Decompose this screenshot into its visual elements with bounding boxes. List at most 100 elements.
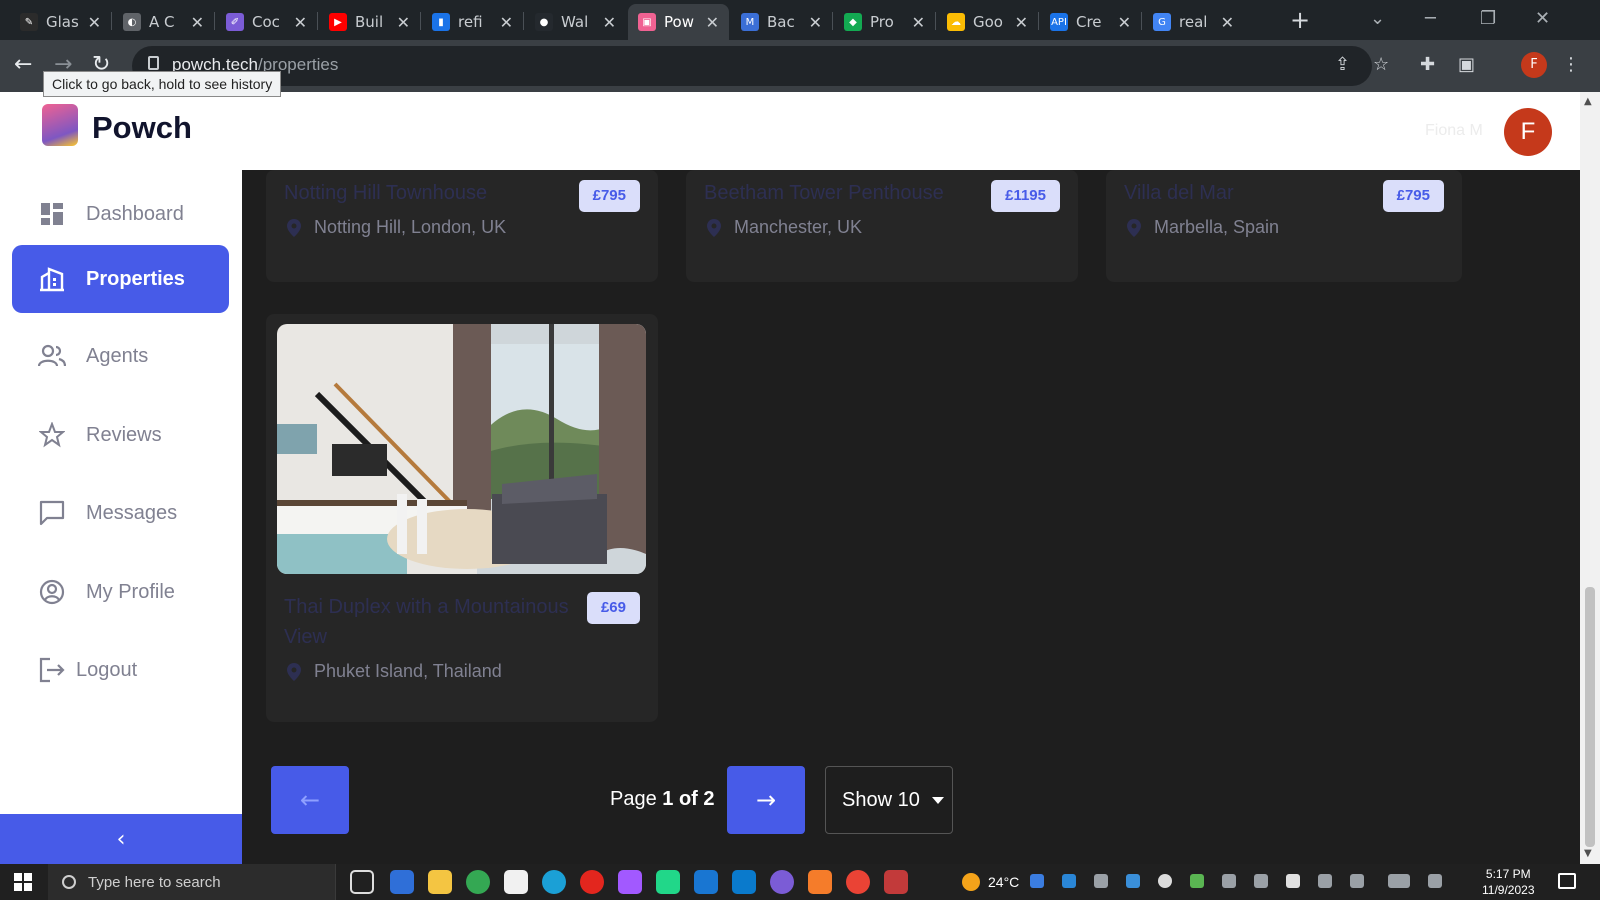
browser-tab[interactable]: ▶ Buil ✕ <box>319 4 420 40</box>
microsoft-store-icon[interactable] <box>390 870 414 894</box>
input-indicator-icon[interactable] <box>1428 874 1442 888</box>
sidebar-item-messages[interactable]: Messages <box>12 479 229 547</box>
close-window-button[interactable]: ✕ <box>1535 8 1550 29</box>
bookmark-star-icon[interactable]: ☆ <box>1373 54 1389 75</box>
tab-favicon-icon: ● <box>535 13 553 31</box>
sidebar-item-reviews[interactable]: Reviews <box>12 401 229 469</box>
sidebar-item-my-profile[interactable]: My Profile <box>12 558 229 626</box>
property-card[interactable]: Notting Hill Townhouse £795 Notting Hill… <box>266 170 658 282</box>
browser-menu-icon[interactable]: ⋮ <box>1562 54 1580 75</box>
taskbar-clock[interactable]: 5:17 PM 11/9/2023 <box>1482 866 1535 898</box>
browser-tab[interactable]: ● Wal ✕ <box>525 4 626 40</box>
tray-g-icon[interactable] <box>1158 874 1172 888</box>
pycharm-icon[interactable] <box>656 870 680 894</box>
property-title[interactable]: Beetham Tower Penthouse <box>704 178 974 208</box>
scroll-down-arrow-icon[interactable]: ▼ <box>1584 848 1592 859</box>
taskbar-search-box[interactable]: Type here to search <box>48 864 336 900</box>
browser-tab[interactable]: ◆ Pro ✕ <box>834 4 935 40</box>
network-icon[interactable] <box>1094 874 1108 888</box>
property-card[interactable]: Thai Duplex with a Mountainous View £69 … <box>266 314 658 722</box>
volume-icon[interactable] <box>1222 874 1236 888</box>
tab-title: A C <box>149 13 175 31</box>
tab-close-icon[interactable]: ✕ <box>88 13 101 32</box>
sidebar-item-dashboard[interactable]: Dashboard <box>12 180 229 248</box>
tray-clipboard-icon[interactable] <box>1254 874 1268 888</box>
sidebar-item-properties[interactable]: Properties <box>12 245 229 313</box>
windows-start-icon[interactable] <box>14 873 32 891</box>
extensions-icon[interactable]: ✚ <box>1420 54 1435 75</box>
tab-close-icon[interactable]: ✕ <box>809 13 822 32</box>
edge-icon[interactable] <box>542 870 566 894</box>
sidebar-item-label: Messages <box>86 501 178 524</box>
opera-icon[interactable] <box>580 870 604 894</box>
vscode-icon[interactable] <box>732 870 756 894</box>
back-button[interactable]: ← <box>14 52 32 77</box>
browser-tab[interactable]: ☁ Goo ✕ <box>937 4 1038 40</box>
browser-tab[interactable]: Greal ✕ <box>1143 4 1244 40</box>
browser-tab[interactable]: ✐ Coc ✕ <box>216 4 317 40</box>
browser-tab[interactable]: ✎ Glas ✕ <box>10 4 111 40</box>
mail-icon[interactable] <box>694 870 718 894</box>
scrollbar-thumb[interactable] <box>1585 587 1595 847</box>
weather-widget[interactable]: 24°C <box>962 873 1019 891</box>
restore-button[interactable]: ❐ <box>1480 8 1496 29</box>
sidebar-collapse-button[interactable]: ‹ <box>0 814 242 864</box>
address-bar[interactable]: powch.tech/properties <box>132 46 1372 86</box>
browser-tab[interactable]: ▣ Pow ✕ <box>628 4 729 40</box>
snipping-tool-icon[interactable] <box>884 870 908 894</box>
sidebar-item-agents[interactable]: Agents <box>12 322 229 390</box>
new-tab-button[interactable]: + <box>1290 6 1310 34</box>
tray-monitor-icon[interactable] <box>1126 874 1140 888</box>
tab-close-icon[interactable]: ✕ <box>1015 13 1028 32</box>
next-page-button[interactable]: → <box>727 766 805 834</box>
app-logo-text[interactable]: Powch <box>92 110 192 146</box>
property-title[interactable]: Villa del Mar <box>1124 178 1344 208</box>
tray-display-icon[interactable] <box>1318 874 1332 888</box>
notepad-icon[interactable] <box>504 870 528 894</box>
browser-tab[interactable]: ◐ A C ✕ <box>113 4 214 40</box>
tab-close-icon[interactable]: ✕ <box>191 13 204 32</box>
sidebar-item-logout[interactable]: Logout <box>12 636 229 704</box>
browser-tab[interactable]: ▮ refi ✕ <box>422 4 523 40</box>
scroll-up-arrow-icon[interactable]: ▲ <box>1584 96 1592 107</box>
minimize-button[interactable]: ─ <box>1425 8 1436 29</box>
tab-close-icon[interactable]: ✕ <box>1118 13 1131 32</box>
tab-close-icon[interactable]: ✕ <box>603 13 616 32</box>
tab-close-icon[interactable]: ✕ <box>706 13 719 32</box>
page-scrollbar[interactable]: ▲ ▼ <box>1580 92 1600 864</box>
property-title[interactable]: Thai Duplex with a Mountainous View <box>284 592 574 652</box>
notification-icon[interactable] <box>1558 873 1576 889</box>
side-panel-icon[interactable]: ▣ <box>1458 54 1475 75</box>
tray-app-icon[interactable] <box>1030 874 1044 888</box>
user-avatar[interactable]: F <box>1504 108 1552 156</box>
page-size-select[interactable]: Show 10 <box>825 766 953 834</box>
keyboard-icon[interactable] <box>1388 874 1410 888</box>
battery-icon[interactable] <box>1190 874 1204 888</box>
chrome-active-icon[interactable] <box>846 870 870 894</box>
share-icon[interactable]: ⇪ <box>1335 54 1350 75</box>
tab-close-icon[interactable]: ✕ <box>397 13 410 32</box>
browser-tab[interactable]: API Cre ✕ <box>1040 4 1141 40</box>
xampp-icon[interactable] <box>808 870 832 894</box>
tab-close-icon[interactable]: ✕ <box>1221 13 1234 32</box>
browser-profile-avatar[interactable]: F <box>1521 52 1547 78</box>
file-explorer-icon[interactable] <box>428 870 452 894</box>
tab-close-icon[interactable]: ✕ <box>912 13 925 32</box>
browser-tab[interactable]: M Bac ✕ <box>731 4 832 40</box>
github-desktop-icon[interactable] <box>770 870 794 894</box>
previous-page-button[interactable]: ← <box>271 766 349 834</box>
chrome-icon[interactable] <box>466 870 490 894</box>
tab-search-icon[interactable]: ⌄ <box>1370 8 1385 29</box>
bluetooth-icon[interactable] <box>1062 874 1076 888</box>
tab-close-icon[interactable]: ✕ <box>294 13 307 32</box>
tray-settings-icon[interactable] <box>1286 874 1300 888</box>
figma-icon[interactable] <box>618 870 642 894</box>
property-title[interactable]: Notting Hill Townhouse <box>284 178 544 208</box>
task-view-icon[interactable] <box>350 870 374 894</box>
property-card[interactable]: Beetham Tower Penthouse £1195 Manchester… <box>686 170 1078 282</box>
tab-separator <box>1141 12 1142 30</box>
tab-close-icon[interactable]: ✕ <box>500 13 513 32</box>
property-card[interactable]: Villa del Mar £795 Marbella, Spain <box>1106 170 1462 282</box>
property-image[interactable] <box>277 324 646 574</box>
pen-icon[interactable] <box>1350 874 1364 888</box>
